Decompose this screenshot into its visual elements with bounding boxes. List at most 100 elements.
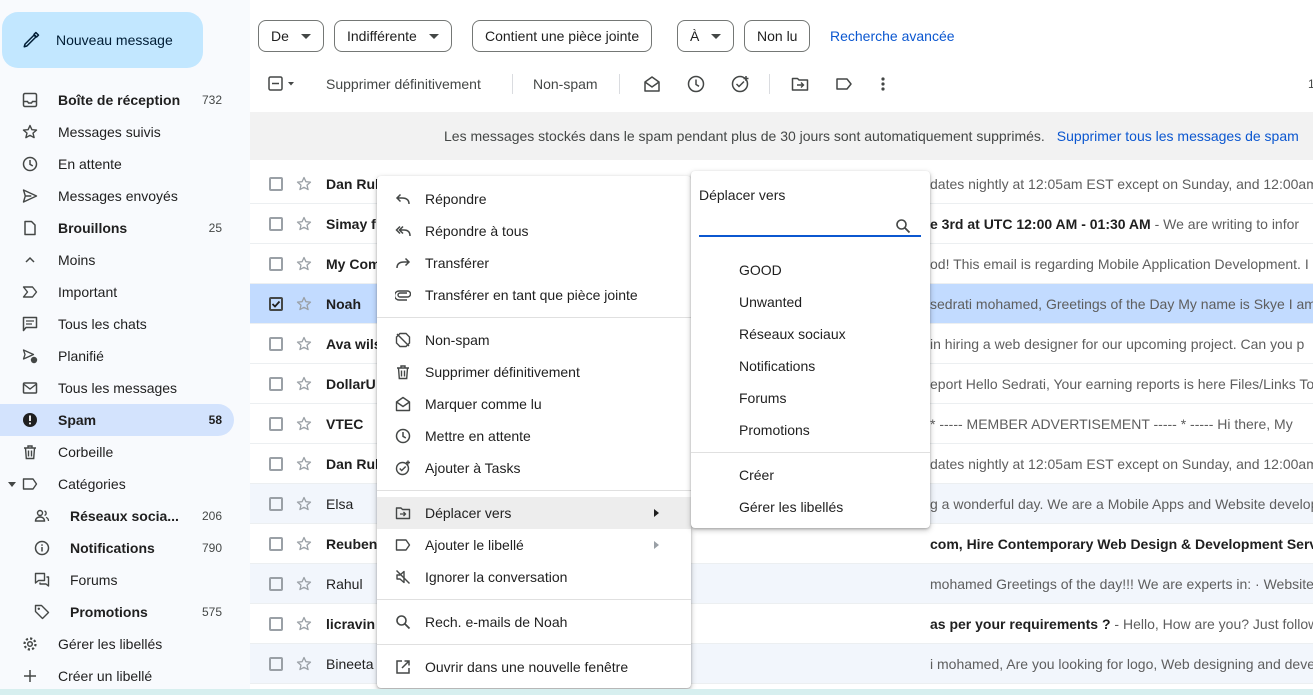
row-checkbox[interactable] [269,656,283,671]
sidebar-item-snoozed[interactable]: En attente [0,148,234,180]
star-icon[interactable] [296,216,312,232]
star-icon[interactable] [296,176,312,192]
label-search-input[interactable] [699,215,921,237]
sidebar-item-chats[interactable]: Tous les chats [0,308,234,340]
sidebar-item-promotions[interactable]: Promotions 575 [0,596,234,628]
menu-item-move-to[interactable]: Déplacer vers [377,497,691,529]
row-checkbox[interactable] [269,176,283,191]
move-option-social[interactable]: Réseaux sociaux [691,318,930,350]
labels-button[interactable] [835,66,853,102]
delete-forever-button[interactable]: Supprimer définitivement [326,66,481,102]
mark-read-button[interactable] [643,66,661,102]
sidebar-item-starred[interactable]: Messages suivis [0,116,234,148]
move-option-good[interactable]: GOOD [691,254,930,286]
filter-time-chip[interactable]: Indifférente [334,20,452,52]
email-preview: g a wonderful day. We are a Mobile Apps … [930,496,1313,512]
sidebar-item-important[interactable]: Important [0,276,234,308]
email-snippet: - We are writing to infor [1150,215,1300,232]
star-icon[interactable] [296,456,312,472]
not-spam-button[interactable]: Non-spam [533,66,598,102]
star-icon[interactable] [296,656,312,672]
move-option-promotions[interactable]: Promotions [691,414,930,446]
sidebar-item-social[interactable]: Réseaux socia... 206 [0,500,234,532]
email-subject: e 3rd at UTC 12:00 AM - 01:30 AM [930,215,1151,232]
menu-item-add-task[interactable]: Ajouter à Tasks [377,452,691,484]
sidebar-item-count: 575 [201,605,222,619]
sidebar-item-forums[interactable]: Forums [0,564,234,596]
sidebar-item-manage-labels[interactable]: Gérer les libellés [0,628,234,660]
menu-item-mute[interactable]: Ignorer la conversation [377,561,691,593]
sidebar-item-drafts[interactable]: Brouillons 25 [0,212,234,244]
chip-label: À [690,28,700,44]
sidebar-item-label: Spam [58,412,97,428]
sidebar-item-all-mail[interactable]: Tous les messages [0,372,234,404]
menu-item-delete-forever[interactable]: Supprimer définitivement [377,356,691,388]
move-to-submenu: Déplacer vers GOOD Unwanted Réseaux soci… [691,171,930,528]
sidebar-item-sent[interactable]: Messages envoyés [0,180,234,212]
sidebar-item-label: Corbeille [58,444,114,460]
sidebar-item-notifications[interactable]: Notifications 790 [0,532,234,564]
sidebar-item-spam[interactable]: Spam 58 [0,404,234,436]
more-options-button[interactable] [879,66,887,102]
chip-label: Indifférente [347,28,417,44]
add-task-icon [731,75,751,93]
star-icon[interactable] [296,616,312,632]
sidebar-item-categories[interactable]: Catégories [0,468,234,500]
attachment-icon [395,287,411,303]
sidebar-item-inbox[interactable]: Boîte de réception 732 [0,84,234,116]
filter-from-chip[interactable]: De [258,20,324,52]
add-task-button[interactable] [731,66,751,102]
advanced-search-link[interactable]: Recherche avancée [830,28,955,44]
menu-item-add-label[interactable]: Ajouter le libellé [377,529,691,561]
snooze-button[interactable] [687,66,705,102]
move-option-unwanted[interactable]: Unwanted [691,286,930,318]
compose-button[interactable]: Nouveau message [2,12,203,68]
row-checkbox[interactable] [269,296,283,311]
menu-item-forward-attachment[interactable]: Transférer en tant que pièce jointe [377,279,691,311]
star-icon[interactable] [296,536,312,552]
menu-item-not-spam[interactable]: Non-spam [377,324,691,356]
row-checkbox[interactable] [269,576,283,591]
menu-item-snooze[interactable]: Mettre en attente [377,420,691,452]
row-checkbox[interactable] [269,216,283,231]
spam-icon [22,412,38,428]
move-option-manage-labels[interactable]: Gérer les libellés [691,491,930,523]
menu-item-reply[interactable]: Répondre [377,183,691,215]
menu-item-forward[interactable]: Transférer [377,247,691,279]
row-checkbox[interactable] [269,256,283,271]
select-all-checkbox[interactable] [268,66,296,102]
sidebar-item-trash[interactable]: Corbeille [0,436,234,468]
star-icon[interactable] [296,496,312,512]
filter-unread-chip[interactable]: Non lu [744,20,811,52]
filter-attachment-chip[interactable]: Contient une pièce jointe [472,20,653,52]
row-checkbox[interactable] [269,376,283,391]
move-to-button[interactable] [791,66,809,102]
email-preview: com, Hire Contemporary Web Design & Deve… [930,536,1313,552]
menu-item-reply-all[interactable]: Répondre à tous [377,215,691,247]
star-icon[interactable] [296,296,312,312]
move-option-create[interactable]: Créer [691,459,930,491]
star-icon[interactable] [296,376,312,392]
sidebar-item-scheduled[interactable]: Planifié [0,340,234,372]
star-icon[interactable] [296,416,312,432]
filter-to-chip[interactable]: À [677,20,735,52]
context-menu: Répondre Répondre à tous Transférer Tran… [377,176,691,688]
menu-item-mark-read[interactable]: Marquer comme lu [377,388,691,420]
row-checkbox[interactable] [269,336,283,351]
row-checkbox[interactable] [269,536,283,551]
move-option-forums[interactable]: Forums [691,382,930,414]
star-icon[interactable] [296,576,312,592]
sidebar-item-create-label[interactable]: Créer un libellé [0,660,234,692]
empty-spam-link[interactable]: Supprimer tous les messages de spam [1057,128,1299,144]
menu-item-search-sender[interactable]: Rech. e-mails de Noah [377,606,691,638]
row-checkbox[interactable] [269,616,283,631]
star-icon[interactable] [296,256,312,272]
star-icon[interactable] [296,336,312,352]
row-checkbox[interactable] [269,416,283,431]
sidebar-item-less[interactable]: Moins [0,244,234,276]
caret-down-icon [428,33,439,39]
row-checkbox[interactable] [269,496,283,511]
move-option-notifications[interactable]: Notifications [691,350,930,382]
menu-item-open-new-window[interactable]: Ouvrir dans une nouvelle fenêtre [377,651,691,683]
row-checkbox[interactable] [269,456,283,471]
